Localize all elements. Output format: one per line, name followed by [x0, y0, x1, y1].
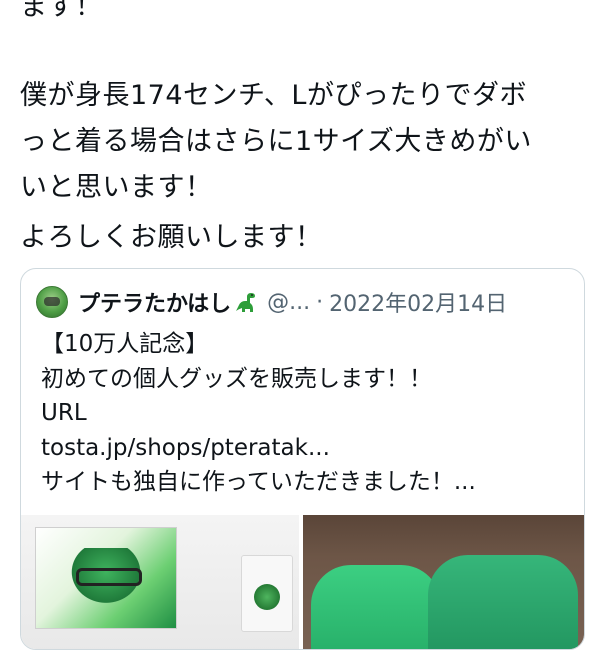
author-handle[interactable]: @... [267, 290, 310, 315]
dinosaur-icon [233, 289, 259, 315]
quoted-line: 【10万人記念】 [41, 331, 209, 357]
quoted-tweet-text: 【10万人記念】 初めての個人グッズを販売します！！ URL tosta.jp/… [41, 327, 581, 500]
separator-dot: · [316, 289, 324, 315]
acrylic-stand [241, 555, 293, 632]
quoted-tweet-header: プテラたかはし @... · 2022年02月14日 [36, 286, 507, 318]
quoted-line: サイトも独自に作っていただきました！... [41, 469, 476, 495]
poster-glasses [76, 568, 142, 586]
tweet-line: っと着る場合はさらに1サイズ大きめがい [20, 126, 532, 157]
tweet-line: よろしくお願いします！ [20, 222, 323, 253]
stand-figure [254, 584, 280, 610]
quoted-line: URL [41, 400, 87, 426]
poster-image [35, 527, 177, 629]
hoodie-left [311, 565, 441, 649]
poster-photo[interactable] [21, 515, 299, 649]
avatar[interactable] [36, 286, 68, 318]
tweet-date[interactable]: 2022年02月14日 [329, 286, 507, 318]
quoted-link[interactable]: tosta.jp/shops/pteratak... [41, 431, 581, 466]
media-grid [21, 515, 584, 649]
author-name[interactable]: プテラたかはし [78, 286, 231, 318]
quoted-line: 初めての個人グッズを販売します！！ [41, 365, 432, 392]
tweet-line: 僕が身長174センチ、Lがぴったりでダボ [20, 80, 527, 111]
quoted-tweet-card[interactable]: プテラたかはし @... · 2022年02月14日 【10万人記念】 初めての… [20, 268, 585, 650]
hoodie-photo[interactable] [303, 515, 584, 649]
tweet-line: いと思います！ [20, 172, 213, 203]
tweet-line: ます！ [20, 0, 103, 22]
